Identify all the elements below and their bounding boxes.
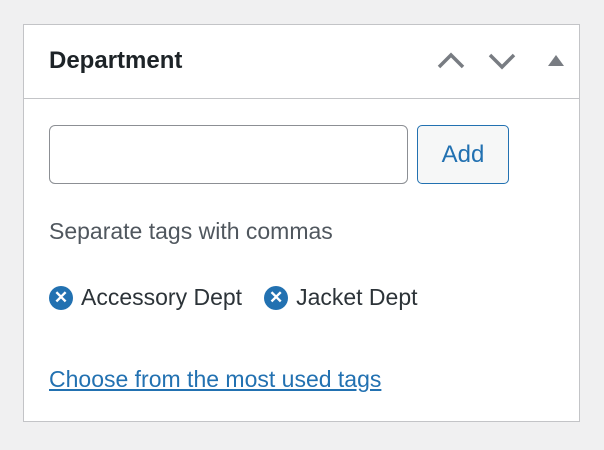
tag-item: ✕ Jacket Dept	[264, 284, 418, 311]
panel-title: Department	[49, 47, 183, 74]
panel-header: Department	[24, 25, 579, 99]
add-button[interactable]: Add	[417, 125, 509, 184]
collapse-triangle-icon[interactable]	[546, 49, 566, 73]
tag-item: ✕ Accessory Dept	[49, 284, 242, 311]
most-used-tags-link[interactable]: Choose from the most used tags	[49, 366, 381, 393]
tag-list: ✕ Accessory Dept ✕ Jacket Dept	[49, 284, 418, 311]
tag-label: Accessory Dept	[81, 284, 243, 310]
tag-input[interactable]	[49, 125, 408, 184]
hint-text: Separate tags with commas	[49, 218, 333, 244]
move-down-icon[interactable]	[486, 49, 518, 73]
remove-tag-icon[interactable]: ✕	[49, 285, 73, 310]
remove-tag-icon[interactable]: ✕	[264, 285, 289, 310]
tag-label: Jacket Dept	[296, 284, 418, 310]
move-up-icon[interactable]	[435, 49, 467, 73]
department-panel: Department Add Separate tags with commas…	[23, 24, 580, 422]
